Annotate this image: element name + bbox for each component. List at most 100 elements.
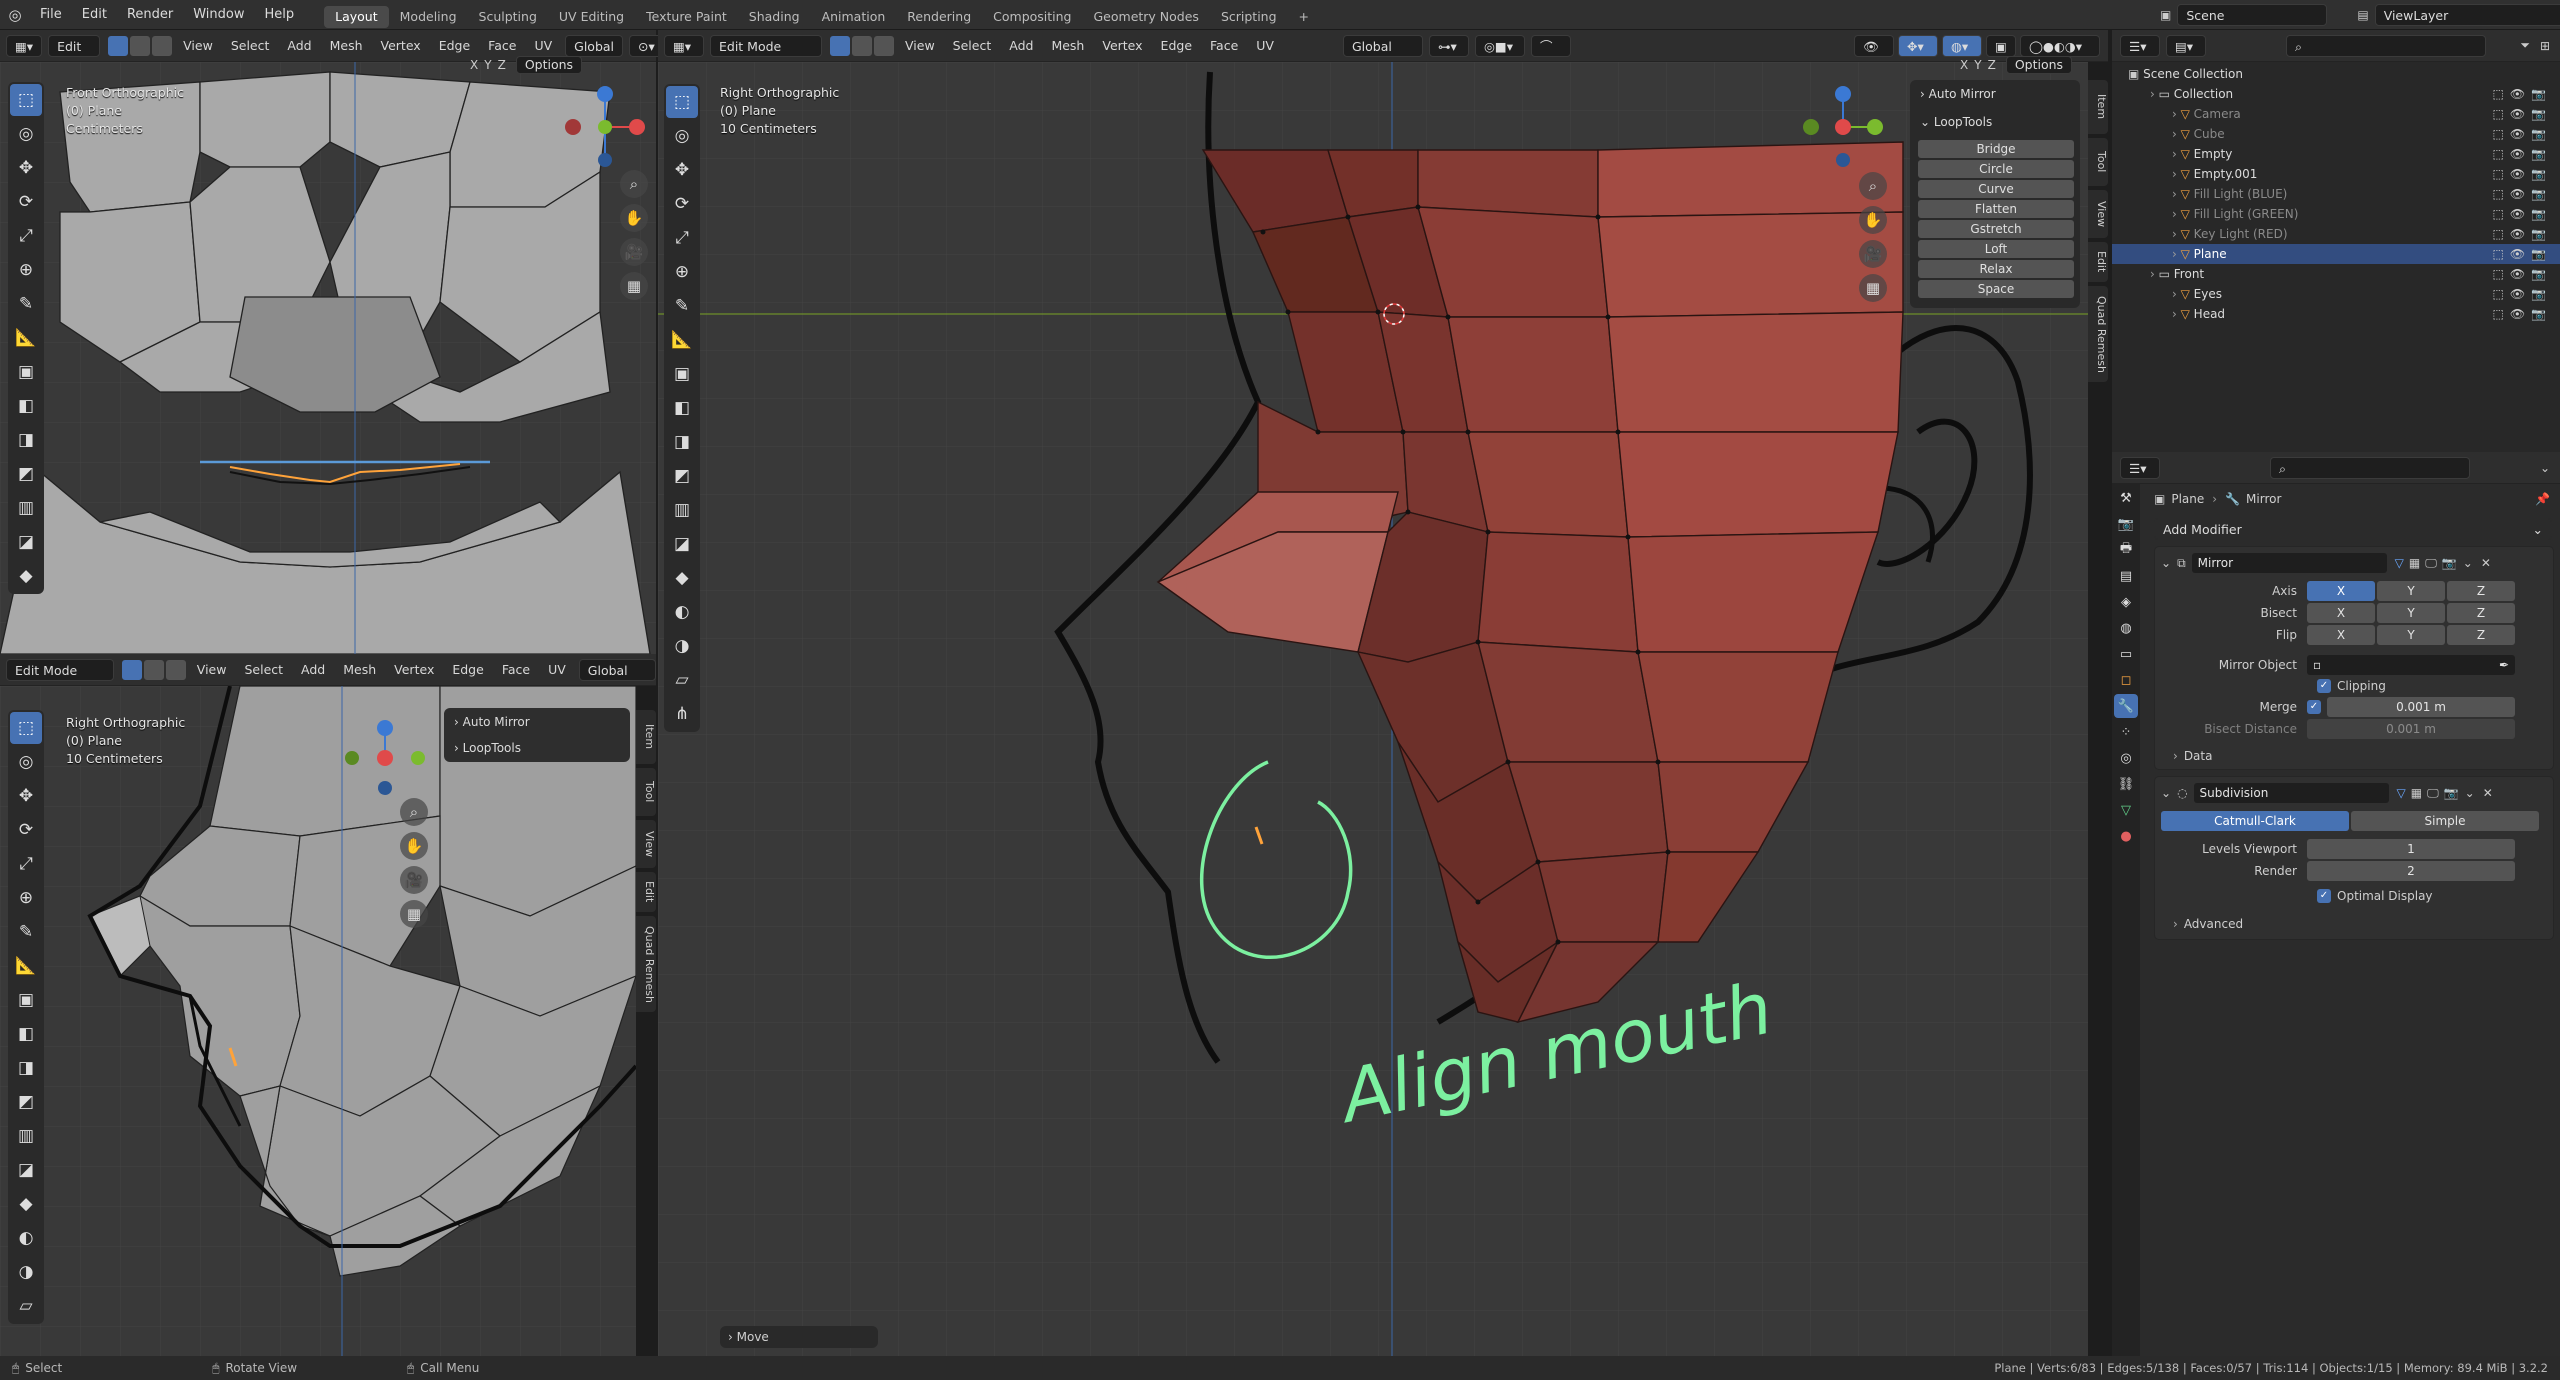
main-viewport[interactable]: Align mouth Right Orthographic (0) Plane…	[658, 62, 2088, 1356]
tab-quad-remesh-2[interactable]: Quad Remesh	[636, 916, 656, 1012]
pin-icon[interactable]: 📌	[2535, 492, 2550, 506]
visibility-toggle-icons[interactable]: ⬚👁📷	[2492, 284, 2552, 304]
workspace-tab-rendering[interactable]: Rendering	[896, 6, 982, 28]
menu-window[interactable]: Window	[183, 0, 254, 30]
menu-vertex-main[interactable]: Vertex	[1093, 35, 1151, 57]
expand-chevron-icon[interactable]: ›	[2172, 147, 2181, 161]
menu-face-2[interactable]: Face	[493, 659, 539, 681]
clipping-checkbox[interactable]: ✓	[2317, 679, 2331, 693]
mode-selector-2[interactable]: Edit Mode	[6, 658, 114, 681]
outliner-row-scene-collection[interactable]: ▣ Scene Collection	[2112, 64, 2560, 84]
move-tool-icon[interactable]: ✥	[666, 154, 698, 186]
bisect-z-toggle[interactable]: Z	[2447, 603, 2515, 623]
workspace-tab-uv-editing[interactable]: UV Editing	[548, 6, 635, 28]
physics-tab-icon[interactable]: ◎	[2114, 746, 2138, 770]
viewport-toggle-icon[interactable]: 🖵	[2425, 556, 2437, 571]
expand-chevron-icon[interactable]: ›	[2172, 207, 2181, 221]
workspace-tab-sculpting[interactable]: Sculpting	[468, 6, 548, 28]
menu-face-main[interactable]: Face	[1201, 35, 1247, 57]
catmull-clark-toggle[interactable]: Catmull-Clark	[2161, 811, 2349, 831]
expand-chevron-icon[interactable]: ›	[2172, 127, 2181, 141]
menu-vertex-2[interactable]: Vertex	[385, 659, 443, 681]
transform-orientation-selector-2[interactable]: Global	[578, 658, 656, 681]
data-subpanel[interactable]: › Data	[2161, 749, 2547, 763]
visibility-toggle-icons[interactable]: ⬚👁📷	[2492, 144, 2552, 164]
navigation-gizmo-icon[interactable]	[560, 82, 650, 172]
bevel-tool-icon[interactable]: ◩	[10, 458, 42, 490]
falloff-icon[interactable]: ⌒	[1530, 34, 1571, 57]
menu-uv[interactable]: UV	[525, 35, 561, 57]
edit-mode-toggle-icon[interactable]: ▽	[2395, 556, 2404, 570]
vertex-select-button[interactable]	[108, 35, 129, 56]
cursor-tool-icon[interactable]: ◎	[666, 120, 698, 152]
camera-icon[interactable]: 🎥	[1859, 240, 1887, 268]
view-layer-field[interactable]: ViewLayer	[2374, 4, 2560, 26]
zoom-icon[interactable]: ⌕	[1859, 172, 1887, 200]
menu-face[interactable]: Face	[479, 35, 525, 57]
merge-checkbox[interactable]: ✓	[2307, 700, 2321, 714]
modifier-tab-icon[interactable]: 🔧	[2114, 694, 2138, 718]
workspace-tab-layout[interactable]: Layout	[324, 5, 389, 28]
transform-tool-icon[interactable]: ⊕	[666, 256, 698, 288]
transform-tool-icon[interactable]: ⊕	[10, 882, 42, 914]
add-cube-tool-icon[interactable]: ▣	[666, 358, 698, 390]
outliner-row[interactable]: › ▭ Collection ⬚👁📷	[2112, 84, 2560, 104]
menu-help[interactable]: Help	[255, 0, 305, 30]
expand-chevron-icon[interactable]: ›	[2172, 287, 2181, 301]
outliner-row[interactable]: › ▽ Empty.001 ⬚👁📷	[2112, 164, 2560, 184]
inset-tool-icon[interactable]: ◨	[10, 424, 42, 456]
extrude-tool-icon[interactable]: ◧	[10, 390, 42, 422]
measure-tool-icon[interactable]: 📐	[10, 322, 42, 354]
zoom-icon[interactable]: ⌕	[620, 170, 648, 198]
modifier-menu-icon[interactable]: ⌄	[2465, 786, 2475, 800]
expand-chevron-icon[interactable]: ›	[2150, 267, 2159, 281]
loop-cut-tool-icon[interactable]: ▥	[666, 494, 698, 526]
output-tab-icon[interactable]: 🖶	[2114, 538, 2138, 562]
scene-tab-icon[interactable]: ◈	[2114, 590, 2138, 614]
mode-selector-main[interactable]: Edit Mode	[710, 34, 822, 57]
add-cube-tool-icon[interactable]: ▣	[10, 356, 42, 388]
tool-tab-icon[interactable]: ⚒	[2114, 486, 2138, 510]
advanced-subpanel[interactable]: › Advanced	[2161, 917, 2547, 931]
pan-hand-icon[interactable]: ✋	[1859, 206, 1887, 234]
axis-x[interactable]: X	[470, 58, 478, 72]
remove-modifier-icon[interactable]: ✕	[2481, 556, 2491, 570]
visibility-toggle-icons[interactable]: ⬚👁📷	[2492, 224, 2552, 244]
expand-chevron-icon[interactable]: ›	[2172, 247, 2181, 261]
axis-z[interactable]: Z	[498, 58, 506, 72]
shading-mode-icons[interactable]: ◯●◐◑▾	[2020, 34, 2100, 57]
tab-edit[interactable]: Edit	[2088, 242, 2108, 282]
annotate-tool-icon[interactable]: ✎	[666, 290, 698, 322]
workspace-tab-animation[interactable]: Animation	[811, 6, 897, 28]
outliner-editor-type-icon[interactable]: ☰▾	[2120, 34, 2160, 57]
edge-select-button[interactable]	[130, 35, 151, 56]
collapse-chevron-icon[interactable]: ⌄	[2161, 786, 2171, 800]
menu-uv-2[interactable]: UV	[539, 659, 575, 681]
menu-edit[interactable]: Edit	[72, 0, 117, 30]
face-select-button-main[interactable]	[874, 35, 894, 56]
particles-tab-icon[interactable]: ⁘	[2114, 720, 2138, 744]
outliner-row[interactable]: › ▽ Fill Light (BLUE) ⬚👁📷	[2112, 184, 2560, 204]
menu-select-2[interactable]: Select	[235, 659, 292, 681]
rotate-tool-icon[interactable]: ⟳	[10, 186, 42, 218]
material-tab-icon[interactable]: ●	[2114, 824, 2138, 848]
flip-z-toggle[interactable]: Z	[2447, 625, 2515, 645]
menu-render[interactable]: Render	[117, 0, 183, 30]
menu-edge-main[interactable]: Edge	[1152, 35, 1201, 57]
scale-tool-icon[interactable]: ⤢	[10, 220, 42, 252]
loop-cut-tool-icon[interactable]: ▥	[10, 1120, 42, 1152]
extrude-tool-icon[interactable]: ◧	[10, 1018, 42, 1050]
data-tab-icon[interactable]: ▽	[2114, 798, 2138, 822]
transform-tool-icon[interactable]: ⊕	[10, 254, 42, 286]
visibility-toggle-icons[interactable]: ⬚👁📷	[2492, 164, 2552, 184]
bisect-distance-field[interactable]: 0.001 m	[2307, 719, 2515, 739]
proportional-edit-icon[interactable]: ◎■▾	[1474, 34, 1525, 57]
spin-tool-icon[interactable]: ◐	[10, 1222, 42, 1254]
looptools-space-button[interactable]: Space	[1918, 280, 2074, 298]
menu-file[interactable]: File	[30, 0, 72, 30]
menu-uv-main[interactable]: UV	[1247, 35, 1283, 57]
mode-selector[interactable]: Edit Mode	[48, 34, 101, 76]
menu-add-2[interactable]: Add	[292, 659, 334, 681]
poly-build-tool-icon[interactable]: ◆	[10, 1188, 42, 1220]
render-toggle-icon[interactable]: 📷	[2442, 556, 2457, 570]
